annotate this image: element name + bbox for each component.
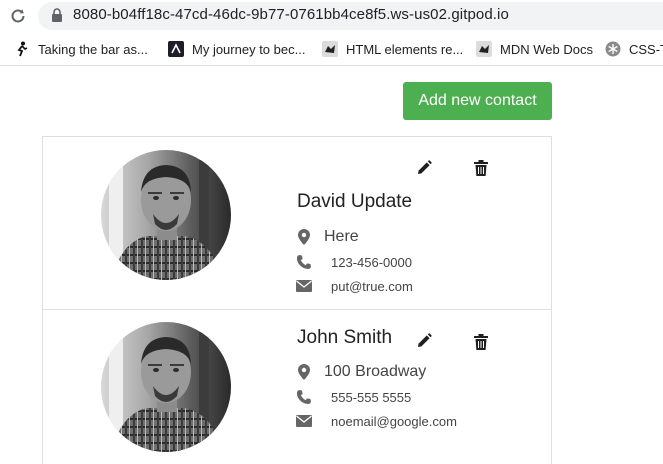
browser-chrome: 8080-b04ff18c-47cd-46dc-9b77-0761bb4ce8f… bbox=[0, 0, 663, 66]
bookmark-item[interactable]: My journey to bec... bbox=[168, 39, 305, 59]
bookmark-label: CSS-T bbox=[629, 41, 663, 57]
avatar bbox=[101, 322, 231, 452]
trash-icon[interactable] bbox=[471, 332, 491, 352]
add-contact-button[interactable]: Add new contact bbox=[403, 82, 552, 120]
edit-icon[interactable] bbox=[414, 158, 434, 178]
envelope-icon bbox=[295, 277, 313, 295]
bookmark-item[interactable]: MDN Web Docs bbox=[476, 39, 593, 59]
contact-name: David Update bbox=[297, 191, 413, 212]
bookmarks-bar: Taking the bar as... My journey to bec..… bbox=[0, 36, 663, 62]
avatar bbox=[101, 150, 231, 280]
bookmark-item[interactable]: CSS-T bbox=[605, 39, 663, 59]
contact-phone-row: 123-456-0000 bbox=[295, 253, 412, 271]
contact-phone: 123-456-0000 bbox=[331, 254, 412, 270]
trash-icon[interactable] bbox=[471, 158, 491, 178]
mdn-icon bbox=[322, 41, 338, 57]
contact-card: David Update Here 123-456-0000 put@true.… bbox=[42, 136, 552, 310]
edit-icon[interactable] bbox=[414, 331, 434, 351]
contact-email: noemail@google.com bbox=[331, 413, 457, 429]
contact-email-row: noemail@google.com bbox=[295, 412, 457, 430]
contact-name: John Smith bbox=[297, 327, 393, 348]
contact-phone: 555-555 5555 bbox=[331, 389, 412, 405]
mdn-icon bbox=[476, 41, 492, 57]
location-icon bbox=[295, 363, 313, 381]
bookmark-item[interactable]: Taking the bar as... bbox=[14, 39, 148, 59]
phone-icon bbox=[295, 253, 313, 271]
contact-address-row: 100 Broadway bbox=[295, 363, 426, 381]
bookmark-label: Taking the bar as... bbox=[38, 41, 148, 57]
contact-address-row: Here bbox=[295, 228, 359, 246]
bookmark-label: HTML elements re... bbox=[346, 41, 464, 57]
contact-card: John Smith 100 Broadway 555-555 5555 noe… bbox=[42, 309, 552, 464]
phone-icon bbox=[295, 388, 313, 406]
envelope-icon bbox=[295, 412, 313, 430]
location-icon bbox=[295, 228, 313, 246]
contact-address: 100 Broadway bbox=[324, 363, 427, 380]
snowflake-icon bbox=[605, 41, 621, 57]
url-text[interactable]: 8080-b04ff18c-47cd-46dc-9b77-0761bb4ce8f… bbox=[73, 6, 509, 23]
contact-email: put@true.com bbox=[331, 278, 413, 294]
app-icon bbox=[168, 41, 184, 57]
bookmark-label: My journey to bec... bbox=[192, 41, 306, 57]
bookmark-label: MDN Web Docs bbox=[500, 41, 593, 57]
reload-icon[interactable] bbox=[9, 7, 27, 25]
lock-icon bbox=[51, 8, 63, 22]
contact-address: Here bbox=[324, 228, 359, 245]
contact-phone-row: 555-555 5555 bbox=[295, 388, 411, 406]
contact-email-row: put@true.com bbox=[295, 277, 413, 295]
runner-icon bbox=[14, 41, 30, 57]
bookmark-item[interactable]: HTML elements re... bbox=[322, 39, 463, 59]
